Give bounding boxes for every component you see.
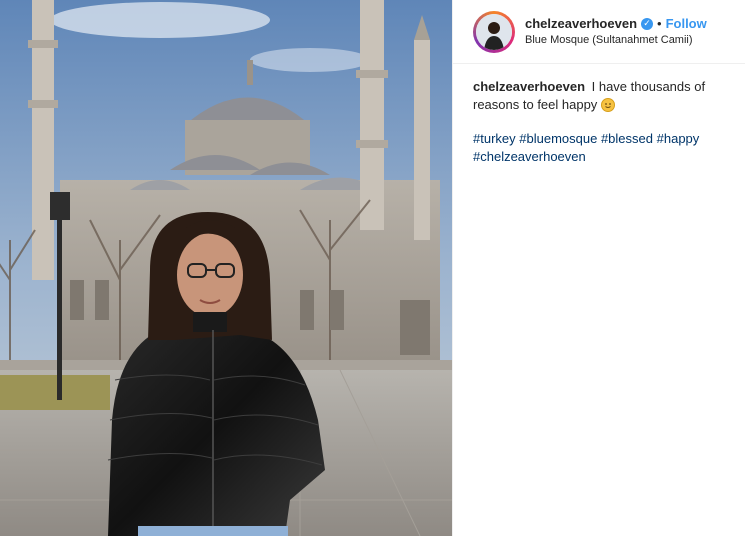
profile-picture-icon	[476, 13, 512, 50]
post-sidebar: chelzeaverhoeven ✓ • Follow Blue Mosque …	[452, 0, 745, 536]
location-link[interactable]: Blue Mosque (Sultanahmet Camii)	[525, 34, 707, 48]
post-photo[interactable]	[0, 0, 452, 536]
post-header: chelzeaverhoeven ✓ • Follow Blue Mosque …	[453, 0, 745, 64]
avatar[interactable]	[473, 10, 515, 53]
separator-dot: •	[657, 15, 662, 31]
verified-badge-icon: ✓	[641, 17, 654, 30]
hashtag-link[interactable]: #happy	[657, 131, 700, 146]
instagram-post: chelzeaverhoeven ✓ • Follow Blue Mosque …	[0, 0, 745, 536]
caption-body: chelzeaverhoeven I have thousands of rea…	[473, 78, 725, 114]
hashtag-link[interactable]: #bluemosque	[519, 131, 597, 146]
caption: chelzeaverhoeven I have thousands of rea…	[453, 64, 745, 166]
follow-button[interactable]: Follow	[666, 16, 707, 32]
avatar-image	[476, 13, 512, 50]
photo-illustration	[0, 0, 452, 536]
hashtag-link[interactable]: #turkey	[473, 131, 516, 146]
hashtag-link[interactable]: #blessed	[601, 131, 653, 146]
hashtag-link[interactable]: #chelzeaverhoeven	[473, 149, 586, 164]
hashtag-list: #turkey #bluemosque #blessed #happy #che…	[473, 130, 725, 166]
username-link[interactable]: chelzeaverhoeven	[525, 16, 637, 32]
header-row: chelzeaverhoeven ✓ • Follow	[525, 16, 707, 32]
smiling-face-emoji-icon	[600, 98, 615, 112]
caption-username[interactable]: chelzeaverhoeven	[473, 79, 585, 94]
header-text: chelzeaverhoeven ✓ • Follow Blue Mosque …	[525, 16, 707, 48]
